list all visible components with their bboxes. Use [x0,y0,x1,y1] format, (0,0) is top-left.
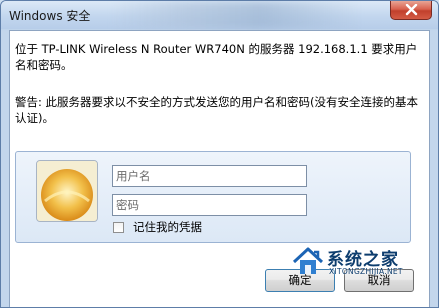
password-input[interactable]: 密码 [112,194,307,216]
remember-label[interactable]: 记住我的凭据 [133,219,202,235]
credential-panel: 用户名 密码 记住我的凭据 [15,151,411,243]
remember-checkbox[interactable] [113,222,124,233]
title-bar[interactable]: Windows 安全 [1,1,438,29]
house-logo-icon [292,247,324,274]
watermark: 系统之家 XITONGZHIJIA.NET [291,244,436,280]
window-title: Windows 安全 [9,9,91,23]
server-message: 位于 TP-LINK Wireless N Router WR740N 的服务器… [15,42,418,72]
user-avatar-icon [36,160,98,222]
security-dialog: Windows 安全 位于 TP-LINK Wireless N Router … [0,0,439,308]
security-warning: 警告: 此服务器要求以不安全的方式发送您的用户名和密码(没有安全连接的基本认证)… [15,95,419,125]
watermark-subtext: XITONGZHIJIA.NET [329,267,403,276]
title-bar-blur [111,1,361,29]
close-icon [405,4,418,16]
close-button[interactable] [390,1,432,20]
username-input[interactable]: 用户名 [112,165,307,187]
